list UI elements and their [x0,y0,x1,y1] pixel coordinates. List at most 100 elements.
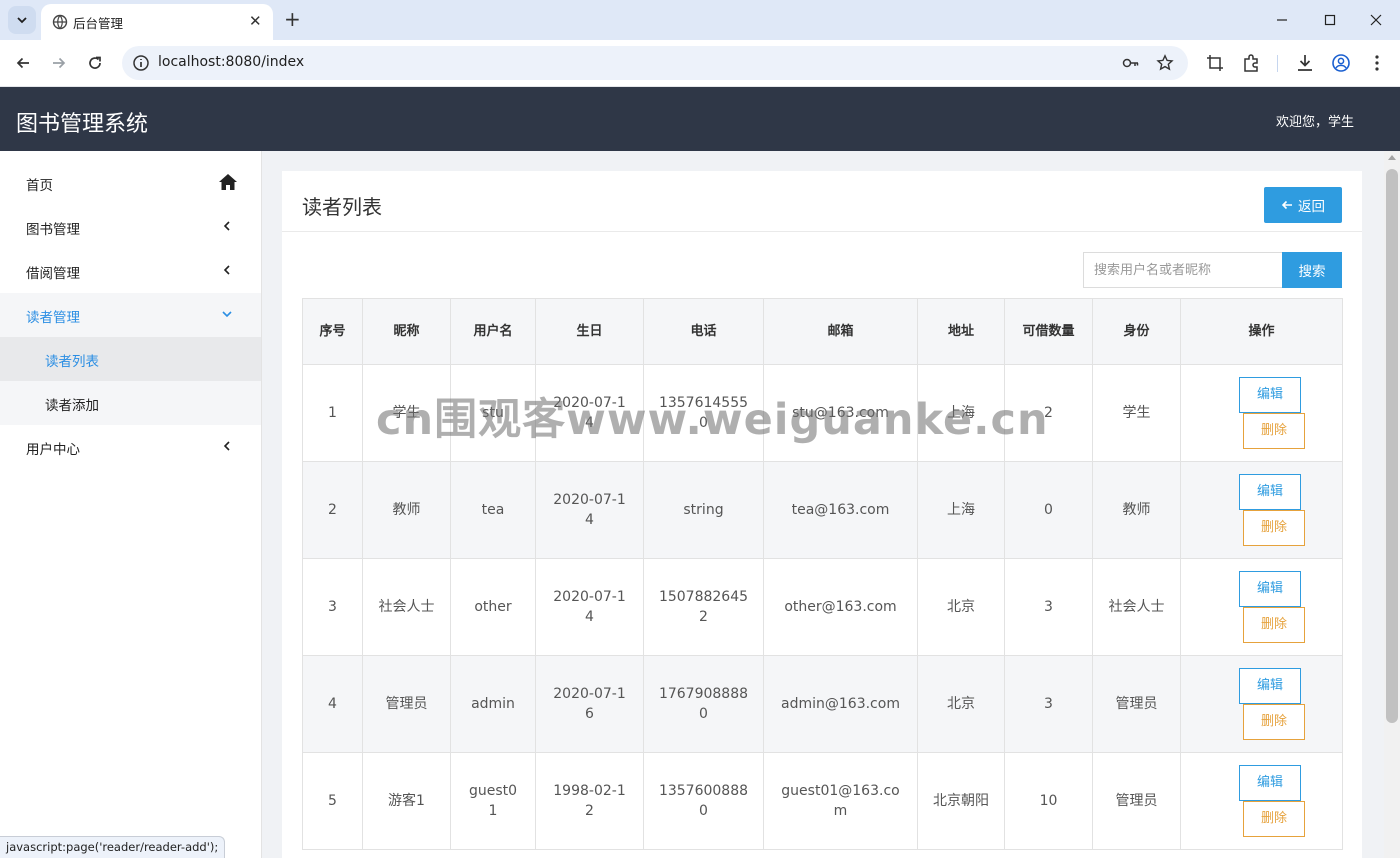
cell-birthday: 2020-07-14 [535,461,644,559]
back-arrow-icon[interactable] [12,52,34,74]
sidebar-item-label: 图书管理 [26,222,80,238]
window-close-icon[interactable] [1366,10,1386,30]
sidebar-subitem-label: 读者添加 [45,398,99,414]
delete-button[interactable]: 删除 [1243,413,1305,449]
edit-button[interactable]: 编辑 [1239,668,1301,704]
table-row: 4 管理员 admin 2020-07-16 17679088880 admin… [302,655,1343,753]
globe-icon [52,14,68,30]
cell-nickname: 管理员 [362,655,451,753]
search-button[interactable]: 搜索 [1282,252,1342,288]
cell-nickname: 社会人士 [362,558,451,656]
home-icon [219,174,237,190]
welcome-text[interactable]: 欢迎您，学生 [1276,111,1354,130]
cell-role: 管理员 [1092,655,1181,753]
sidebar-item-label: 用户中心 [26,442,80,458]
column-header: 电话 [643,298,764,365]
crop-icon[interactable] [1205,53,1225,73]
cell-actions: 编辑 删除 [1180,364,1343,462]
chevron-left-icon [223,441,230,451]
action-group: 编辑 删除 [1195,664,1328,744]
edit-button[interactable]: 编辑 [1239,377,1301,413]
cell-role: 学生 [1092,364,1181,462]
cell-role: 教师 [1092,461,1181,559]
tab-search-button[interactable] [8,6,36,34]
minimize-icon[interactable] [1272,10,1292,30]
cell-email: other@163.com [763,558,918,656]
cell-email: admin@163.com [763,655,918,753]
delete-button[interactable]: 删除 [1243,510,1305,546]
app-title: 图书管理系统 [16,112,149,137]
sidebar-item-user-center[interactable]: 用户中心 [0,425,261,469]
cell-quota: 0 [1004,461,1093,559]
action-group: 编辑 删除 [1195,567,1328,647]
sidebar-item-borrow[interactable]: 借阅管理 [0,249,261,293]
page-scrollbar[interactable] [1384,151,1400,858]
extensions-icon[interactable] [1241,53,1261,73]
column-header: 邮箱 [763,298,918,365]
cell-nickname: 游客1 [362,752,451,850]
cell-phone: 13576008880 [643,752,764,850]
delete-button[interactable]: 删除 [1243,801,1305,837]
column-header: 用户名 [450,298,536,365]
action-group: 编辑 删除 [1195,373,1328,453]
download-icon[interactable] [1295,53,1315,73]
reload-icon[interactable] [84,52,106,74]
browser-toolbar: localhost:8080/index [0,40,1400,87]
cell-birthday: 2020-07-16 [535,655,644,753]
scrollbar-thumb[interactable] [1386,169,1398,723]
main-content: 读者列表 返回 搜索 序号 昵称 用户名 生日 电话 邮箱 地址 [262,151,1384,858]
cell-actions: 编辑 删除 [1180,461,1343,559]
scroll-up-arrow-icon[interactable] [1388,155,1396,160]
back-button[interactable]: 返回 [1264,187,1342,223]
search-input[interactable] [1083,252,1283,288]
sidebar-item-home[interactable]: 首页 [0,161,261,205]
cell-no: 2 [302,461,363,559]
forward-arrow-icon[interactable] [48,52,70,74]
column-header: 操作 [1180,298,1343,365]
chevron-down-icon [222,311,232,318]
browser-tab-strip: 后台管理 ✕ + [0,0,1400,40]
action-group: 编辑 删除 [1195,761,1328,841]
cell-no: 4 [302,655,363,753]
back-button-label: 返回 [1298,199,1325,215]
edit-button[interactable]: 编辑 [1239,765,1301,801]
toolbar-separator [1277,55,1278,72]
cell-actions: 编辑 删除 [1180,752,1343,850]
cell-email: tea@163.com [763,461,918,559]
tab-close-icon[interactable]: ✕ [249,13,262,30]
column-header: 可借数量 [1004,298,1093,365]
sidebar-subitem-reader-add[interactable]: 读者添加 [0,381,261,425]
column-header: 地址 [917,298,1005,365]
star-icon[interactable] [1156,54,1174,72]
column-header: 昵称 [362,298,451,365]
app-header: 图书管理系统 欢迎您，学生 [0,87,1400,151]
url-text[interactable]: localhost:8080/index [158,54,304,70]
delete-button[interactable]: 删除 [1243,704,1305,740]
address-bar[interactable]: localhost:8080/index [122,46,1188,80]
new-tab-button[interactable]: + [284,9,301,29]
column-header: 生日 [535,298,644,365]
cell-username: guest01 [450,752,536,850]
sidebar-subitem-reader-list[interactable]: 读者列表 [0,337,261,381]
cell-no: 1 [302,364,363,462]
cell-phone: 15078826452 [643,558,764,656]
site-info-icon[interactable] [132,54,150,72]
browser-tab[interactable]: 后台管理 ✕ [41,4,273,40]
sidebar-item-label: 读者管理 [26,310,80,326]
sidebar-item-label: 借阅管理 [26,266,80,282]
sidebar-item-readers[interactable]: 读者管理 [0,293,261,337]
cell-address: 北京朝阳 [917,752,1005,850]
maximize-icon[interactable] [1320,10,1340,30]
cell-birthday: 1998-02-12 [535,752,644,850]
sidebar-item-books[interactable]: 图书管理 [0,205,261,249]
sidebar: 首页 图书管理 借阅管理 读者管理 读者列表 读者添加 用户中心 [0,151,262,858]
cell-phone: string [643,461,764,559]
edit-button[interactable]: 编辑 [1239,571,1301,607]
table-row: 2 教师 tea 2020-07-14 string tea@163.com 上… [302,461,1343,559]
cell-address: 上海 [917,461,1005,559]
profile-icon[interactable] [1331,53,1351,73]
delete-button[interactable]: 删除 [1243,607,1305,643]
more-menu-icon[interactable] [1367,53,1387,73]
key-icon[interactable] [1122,54,1140,72]
edit-button[interactable]: 编辑 [1239,474,1301,510]
